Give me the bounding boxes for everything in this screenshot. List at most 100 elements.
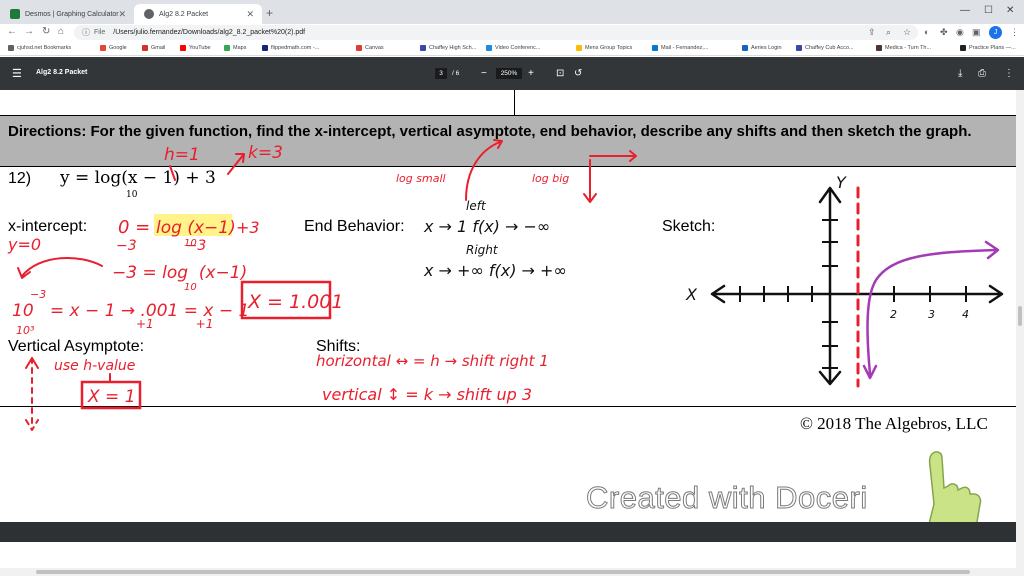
bookmark-item[interactable]: Mens Group Topics bbox=[576, 45, 632, 51]
bookmark-label: Mens Group Topics bbox=[585, 45, 633, 51]
bookmark-star-icon[interactable]: ☆ bbox=[903, 27, 911, 38]
bookmark-item[interactable]: Maps bbox=[224, 45, 246, 51]
bookmark-item[interactable]: Google bbox=[100, 45, 127, 51]
y-axis bbox=[818, 186, 842, 386]
bookmark-favicon-icon bbox=[262, 45, 268, 51]
curved-arrow bbox=[17, 257, 103, 279]
home-icon[interactable]: ⌂ bbox=[58, 26, 64, 37]
bookmark-favicon-icon bbox=[356, 45, 362, 51]
tick-label: 4 bbox=[962, 308, 969, 321]
back-icon[interactable]: ← bbox=[7, 26, 17, 37]
bookmark-label: YouTube bbox=[189, 45, 211, 51]
bookmark-favicon-icon bbox=[876, 45, 882, 51]
arrow-right-top bbox=[589, 150, 637, 162]
print-icon[interactable]: ⎙ bbox=[978, 68, 986, 79]
scroll-thumb[interactable] bbox=[36, 570, 970, 574]
extension-icon[interactable]: ◉ bbox=[956, 27, 964, 38]
menu-dots-icon[interactable]: ⋮ bbox=[1010, 27, 1019, 38]
close-tab-icon[interactable]: ✕ bbox=[118, 9, 126, 20]
shift-vertical: vertical ↕ = k → shift up 3 bbox=[322, 385, 532, 404]
dashed-arrow bbox=[25, 357, 39, 431]
bookmark-favicon-icon bbox=[100, 45, 106, 51]
download-icon[interactable]: ⤓ bbox=[958, 68, 962, 79]
note-y-zero: y=0 bbox=[7, 235, 41, 254]
zoom-out-icon[interactable]: − bbox=[481, 68, 487, 79]
tab-title: Desmos | Graphing Calculator bbox=[25, 10, 119, 18]
bookmark-item[interactable]: YouTube bbox=[180, 45, 211, 51]
note-left: left bbox=[466, 199, 487, 213]
bookmark-item[interactable]: cjuhsd.net Bookmarks bbox=[8, 45, 71, 51]
zoom-icon[interactable]: ⌕ bbox=[886, 27, 891, 38]
handwriting-layer: h=1 k=3 log small log big left x → 1 f(x… bbox=[7, 139, 1004, 431]
bookmark-item[interactable]: Practice Plans —... bbox=[960, 45, 1016, 51]
bookmark-favicon-icon bbox=[960, 45, 966, 51]
bookmark-item[interactable]: Mail - Fernandez,... bbox=[652, 45, 708, 51]
maximize-icon[interactable]: ☐ bbox=[984, 5, 993, 16]
vertical-scrollbar[interactable] bbox=[1016, 90, 1024, 568]
reload-icon[interactable]: ↻ bbox=[42, 26, 50, 37]
bookmark-item[interactable]: Video Conferenc... bbox=[486, 45, 540, 51]
extension-icon[interactable]: ◐ bbox=[924, 27, 929, 37]
step3-plus: +1 +1 bbox=[136, 317, 213, 331]
pdf-title: Alg2 8.2 Packet bbox=[36, 69, 88, 76]
end-left-line: x → 1 f(x) → −∞ bbox=[423, 217, 550, 236]
bookmark-item[interactable]: Medica - Turn Th... bbox=[876, 45, 931, 51]
zoom-input[interactable]: 250% bbox=[496, 68, 522, 79]
bookmark-item[interactable]: flippedmath.com -... bbox=[262, 45, 319, 51]
tab-strip: Desmos | Graphing Calculator ✕ Alg2 8.2 … bbox=[0, 0, 1024, 24]
share-icon[interactable]: ⇪ bbox=[868, 27, 876, 38]
hamburger-menu-icon[interactable]: ☰ bbox=[12, 67, 22, 80]
fit-page-icon[interactable]: ⊡ bbox=[556, 68, 564, 79]
bookmark-label: Mail - Fernandez,... bbox=[661, 45, 709, 51]
bookmark-item[interactable]: Canvas bbox=[356, 45, 384, 51]
pdf-favicon-icon bbox=[144, 9, 154, 19]
bookmark-favicon-icon bbox=[180, 45, 186, 51]
new-tab-icon[interactable]: + bbox=[266, 6, 273, 20]
page-number-input[interactable]: 3 bbox=[435, 68, 447, 79]
close-window-icon[interactable]: ✕ bbox=[1006, 5, 1014, 16]
info-icon[interactable]: ⓘ bbox=[82, 27, 90, 38]
bookmark-item[interactable]: Gmail bbox=[142, 45, 165, 51]
bookmark-label: Gmail bbox=[151, 45, 166, 51]
address-bar[interactable]: ⓘ File /Users/julio.fernandez/Downloads/… bbox=[74, 25, 918, 40]
tab-pdf-packet[interactable]: Alg2 8.2 Packet ✕ bbox=[134, 4, 262, 24]
bookmark-label: Google bbox=[109, 45, 127, 51]
profile-avatar[interactable]: J bbox=[989, 26, 1002, 39]
extension-icon[interactable]: ▣ bbox=[972, 27, 981, 38]
bookmark-label: Aeries Login bbox=[751, 45, 782, 51]
scroll-thumb[interactable] bbox=[1018, 306, 1022, 326]
answer-vertical-asymptote: X = 1 bbox=[87, 387, 136, 407]
close-tab-icon[interactable]: ✕ bbox=[246, 9, 254, 20]
rotate-icon[interactable]: ↺ bbox=[574, 68, 582, 79]
bookmark-label: Chaffey Cub Acco... bbox=[805, 45, 854, 51]
note-log-small: log small bbox=[396, 172, 446, 185]
bookmark-label: Canvas bbox=[365, 45, 384, 51]
zoom-in-icon[interactable]: + bbox=[528, 68, 534, 79]
note-k-eq: k=3 bbox=[248, 143, 283, 163]
step1-subtract: −3 −3 bbox=[116, 238, 206, 254]
horizontal-scrollbar[interactable] bbox=[0, 568, 1024, 576]
step2: −3 = log (x−1) bbox=[112, 263, 247, 283]
more-options-icon[interactable]: ⋮ bbox=[1004, 68, 1014, 79]
scheme-label: File bbox=[94, 29, 106, 36]
arrow-left-end bbox=[465, 139, 503, 201]
puzzle-icon[interactable]: ✤ bbox=[940, 27, 948, 38]
note-use-h: use h-value bbox=[54, 358, 135, 374]
bookmark-item[interactable]: Chaffey Cub Acco... bbox=[796, 45, 854, 51]
bookmark-label: Medica - Turn Th... bbox=[885, 45, 932, 51]
arrow-to-h bbox=[169, 165, 176, 181]
bookmark-item[interactable]: Chaffey High Sch... bbox=[420, 45, 476, 51]
note-h-eq: h=1 bbox=[164, 145, 200, 165]
url-text[interactable]: /Users/julio.fernandez/Downloads/alg2_8.… bbox=[113, 29, 305, 36]
tab-desmos[interactable]: Desmos | Graphing Calculator ✕ bbox=[0, 4, 134, 24]
arrow-down-end bbox=[583, 159, 597, 203]
bookmark-favicon-icon bbox=[652, 45, 658, 51]
answer-x-intercept: X = 1.001 bbox=[247, 291, 343, 313]
bookmark-label: Video Conferenc... bbox=[495, 45, 541, 51]
bookmark-item[interactable]: Aeries Login bbox=[742, 45, 782, 51]
forward-icon[interactable]: → bbox=[24, 26, 34, 37]
axis-y-label: Y bbox=[836, 173, 847, 192]
minimize-icon[interactable]: ― bbox=[960, 5, 970, 16]
tab-title: Alg2 8.2 Packet bbox=[159, 10, 209, 18]
desmos-favicon-icon bbox=[10, 9, 20, 19]
